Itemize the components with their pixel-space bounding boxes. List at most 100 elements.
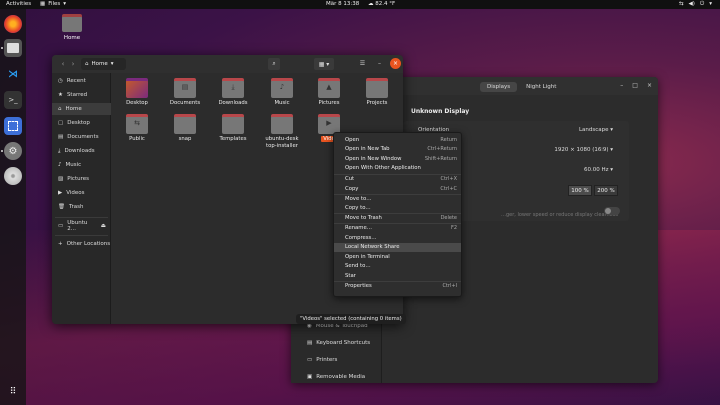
disc-icon[interactable] xyxy=(4,167,22,185)
plus-icon: + xyxy=(58,241,63,247)
vscode-icon[interactable]: ⋊ xyxy=(4,65,22,83)
terminal-icon[interactable]: >_ xyxy=(4,91,22,109)
menu-item-star[interactable]: Star xyxy=(334,271,461,281)
settings-icon[interactable]: ⚙ xyxy=(4,142,22,160)
tab-displays[interactable]: Displays xyxy=(480,82,518,92)
folder-item-downloads[interactable]: ⤓ Downloads xyxy=(214,78,252,107)
folder-item-snap[interactable]: snap xyxy=(166,114,204,143)
folder-item-desktop[interactable]: Desktop xyxy=(118,78,156,107)
menu-item-local-network-share[interactable]: Local Network Share xyxy=(334,242,461,252)
app-menu-label: Files xyxy=(48,1,61,7)
app-menu[interactable]: ▦ Files ▾ xyxy=(40,1,66,7)
resolution-value: 1920 × 1080 (16∶9) xyxy=(554,147,609,153)
sidebar-item-videos[interactable]: ▶ Videos xyxy=(52,187,111,199)
folder-item-templates[interactable]: Templates xyxy=(214,114,252,143)
menu-item-label: Properties xyxy=(345,282,372,289)
menu-item-rename[interactable]: Rename… F2 xyxy=(334,224,461,234)
home-icon: ⌂ xyxy=(58,106,62,112)
orientation-value: Landscape xyxy=(578,127,609,133)
menu-item-accel: Ctrl+I xyxy=(442,282,457,289)
screenshot-icon[interactable] xyxy=(4,117,22,135)
scale-200-button[interactable]: 200 % xyxy=(594,185,618,196)
menu-item-copy[interactable]: Copy Ctrl+C xyxy=(334,184,461,194)
sidebar-item-other-locations[interactable]: + Other Locations xyxy=(52,238,111,250)
sidebar-item-pictures[interactable]: ▨ Pictures xyxy=(52,173,111,185)
menu-item-accel: Ctrl+C xyxy=(440,185,457,192)
clock[interactable]: Mär 8 13:38 xyxy=(326,1,359,7)
menu-item-open-with[interactable]: Open With Other Application xyxy=(334,164,461,174)
minimize-icon[interactable]: – xyxy=(620,82,623,89)
files-menu-button[interactable]: ☰ xyxy=(357,58,368,69)
folder-label: Projects xyxy=(366,100,388,106)
menu-item-open-in-terminal[interactable]: Open in Terminal xyxy=(334,252,461,262)
scale-100-button[interactable]: 100 % xyxy=(568,185,592,196)
close-icon[interactable]: × xyxy=(647,82,652,89)
activities-button[interactable]: Activities xyxy=(6,1,31,7)
sidebar-item-ubuntu-drive[interactable]: ▭ Ubuntu 2... ⏏ xyxy=(52,220,111,232)
fractional-scaling-hint: …ger, lower speed or reduce display clea… xyxy=(501,212,618,218)
menu-item-label: Compress… xyxy=(345,234,377,241)
sidebar-item-label: Recent xyxy=(66,78,86,84)
show-apps-icon[interactable]: ⠿ xyxy=(4,383,22,401)
resolution-select[interactable]: 1920 × 1080 (16∶9) ▾ xyxy=(554,147,613,153)
menu-item-open-new-window[interactable]: Open in New Window Shift+Return xyxy=(334,154,461,164)
menu-item-compress[interactable]: Compress… xyxy=(334,233,461,243)
menu-item-label: Send to… xyxy=(345,263,371,270)
folder-item-pictures[interactable]: ▲ Pictures xyxy=(310,78,348,107)
menu-item-move-to[interactable]: Move to… xyxy=(334,194,461,204)
folder-label: ubuntu-desktop-installer xyxy=(265,136,299,149)
folder-label: Public xyxy=(129,136,145,142)
back-icon[interactable]: ‹ xyxy=(58,59,68,69)
sidebar-item-home[interactable]: ⌂ Home xyxy=(52,103,111,115)
active-indicator xyxy=(1,150,3,152)
orientation-select[interactable]: Landscape ▾ xyxy=(579,127,613,133)
folder-item-documents[interactable]: ▤ Documents xyxy=(166,78,204,107)
dock: ⋊ >_ ⚙ ⠿ xyxy=(0,9,26,405)
minimize-button[interactable]: – xyxy=(374,58,385,69)
sidebar-item-trash[interactable]: 🗑︎ Trash xyxy=(52,201,111,213)
menu-item-properties[interactable]: Properties Ctrl+I xyxy=(334,281,461,291)
sidebar-item-desktop[interactable]: ▢ Desktop xyxy=(52,117,111,129)
files-icon[interactable] xyxy=(4,39,22,57)
menu-item-copy-to[interactable]: Copy to… xyxy=(334,204,461,214)
folder-label: Templates xyxy=(219,136,247,142)
menu-item-open[interactable]: Open Return xyxy=(334,135,461,145)
volume-icon: ◀) xyxy=(688,1,695,7)
forward-icon[interactable]: › xyxy=(68,59,78,69)
keyboard-icon: ▤ xyxy=(307,340,313,346)
firefox-icon[interactable] xyxy=(4,15,22,33)
sidebar-item-music[interactable]: ♪ Music xyxy=(52,159,111,171)
menu-item-send-to[interactable]: Send to… xyxy=(334,262,461,272)
sidebar-item-removable[interactable]: ▣ Removable Media xyxy=(307,374,365,380)
chevron-down-icon: ▾ xyxy=(63,1,67,7)
folder-item-projects[interactable]: Projects xyxy=(358,78,396,107)
maximize-icon[interactable]: □ xyxy=(632,82,638,89)
fractional-scaling-toggle[interactable] xyxy=(604,207,620,215)
sidebar-item-keyboard[interactable]: ▤ Keyboard Shortcuts xyxy=(307,340,370,346)
eject-icon[interactable]: ⏏ xyxy=(101,223,106,229)
sidebar-item-printers[interactable]: ▭ Printers xyxy=(307,357,337,363)
folder-item-ubuntu-desktop-installer[interactable]: ubuntu-desktop-installer xyxy=(263,114,301,149)
sidebar-item-recent[interactable]: ◷ Recent xyxy=(52,75,111,87)
system-tray[interactable]: ⇆ ◀) ⏻ ▾ xyxy=(679,1,712,8)
folder-item-music[interactable]: ♪ Music xyxy=(263,78,301,107)
weather-indicator[interactable]: ☁ 82.4 °F xyxy=(368,1,395,7)
sidebar-item-starred[interactable]: ★ Starred xyxy=(52,89,111,101)
close-button[interactable]: × xyxy=(390,58,401,69)
tab-night-light[interactable]: Night Light xyxy=(519,82,563,92)
sidebar-item-documents[interactable]: ▤ Documents xyxy=(52,131,111,143)
video-icon: ▶ xyxy=(58,190,63,196)
folder-item-public[interactable]: ⇆ Public xyxy=(118,114,156,143)
sidebar-item-downloads[interactable]: ⤓ Downloads xyxy=(52,145,111,157)
menu-item-accel: F2 xyxy=(450,225,457,232)
files-sidebar: ◷ Recent ★ Starred ⌂ Home ▢ Desktop ▤ Documen… xyxy=(52,73,111,324)
path-bar[interactable]: ⌂ Home ▾ xyxy=(81,58,126,70)
menu-item-open-new-tab[interactable]: Open in New Tab Ctrl+Return xyxy=(334,145,461,155)
search-button[interactable]: ⌕ xyxy=(268,58,280,70)
menu-item-cut[interactable]: Cut Ctrl+X xyxy=(334,175,461,185)
folder-label: Desktop xyxy=(126,100,148,106)
desktop-home-icon[interactable]: Home xyxy=(60,14,84,41)
view-options-button[interactable]: ▦ ▾ xyxy=(314,58,334,70)
refresh-rate-select[interactable]: 60.00 Hz ▾ xyxy=(584,167,613,173)
menu-item-move-to-trash[interactable]: Move to Trash Delete xyxy=(334,214,461,224)
